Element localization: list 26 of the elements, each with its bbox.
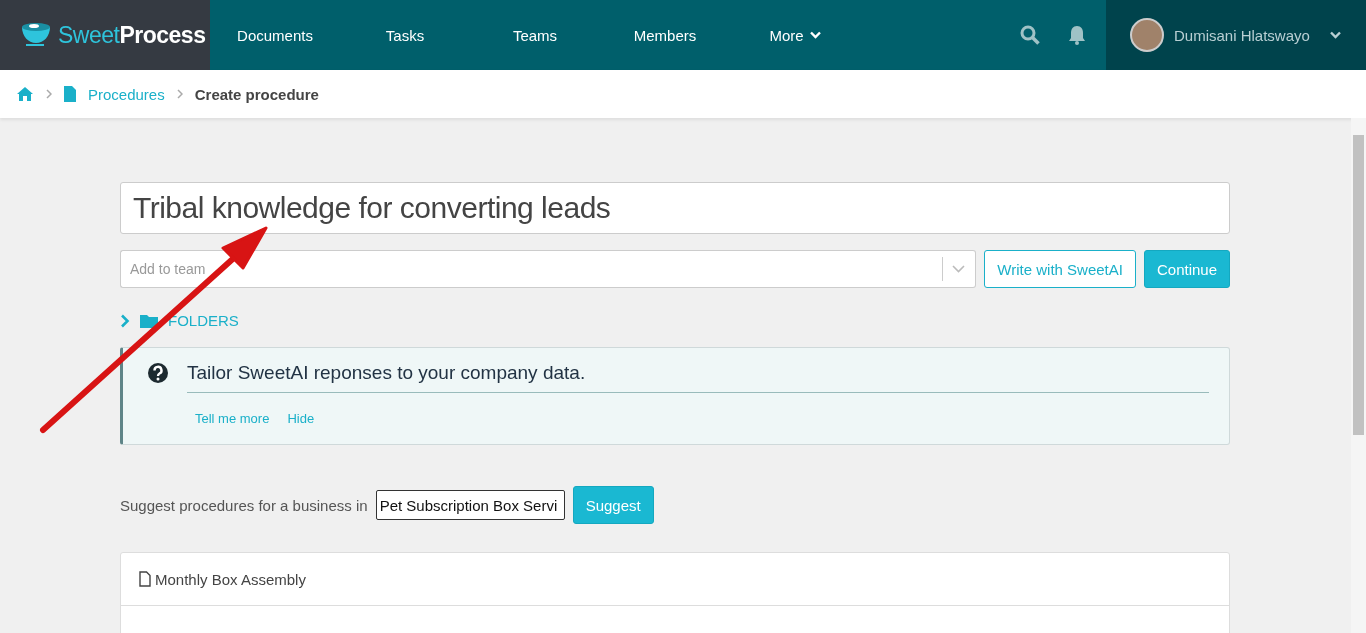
breadcrumb-current: Create procedure — [194, 85, 319, 103]
search-icon[interactable] — [1020, 25, 1040, 45]
suggest-label: Suggest procedures for a business in — [120, 496, 368, 514]
document-icon — [139, 571, 151, 587]
nav-link[interactable]: More — [730, 26, 860, 44]
title-input[interactable]: Tribal knowledge for converting leads — [120, 182, 1230, 234]
chevron-right-icon — [46, 89, 52, 99]
user-name[interactable]: Dumisani Hlatswayo — [1174, 26, 1310, 44]
folder-icon — [140, 313, 158, 328]
chevron-down-icon — [809, 31, 821, 39]
avatar[interactable] — [1130, 18, 1164, 52]
tip-text: Tailor SweetAI reponses to your company data. — [187, 362, 1209, 393]
nav-link[interactable]: Teams — [470, 26, 600, 44]
chevron-right-icon[interactable] — [120, 313, 130, 328]
chevron-down-icon[interactable] — [1329, 31, 1341, 39]
suggestion-title[interactable]: Monthly Box Assembly — [155, 570, 306, 588]
bell-icon[interactable] — [1068, 25, 1086, 45]
question-circle-icon — [147, 362, 169, 384]
business-input[interactable]: Pet Subscription Box Servi — [375, 490, 565, 520]
document-icon — [64, 86, 76, 102]
home-icon[interactable] — [16, 86, 34, 102]
nav-link[interactable]: Members — [600, 26, 730, 44]
nav-link[interactable]: Documents — [210, 26, 340, 44]
scrollbar[interactable] — [1351, 118, 1366, 633]
chevron-right-icon — [176, 89, 183, 99]
nav-link[interactable]: Tasks — [340, 26, 470, 44]
